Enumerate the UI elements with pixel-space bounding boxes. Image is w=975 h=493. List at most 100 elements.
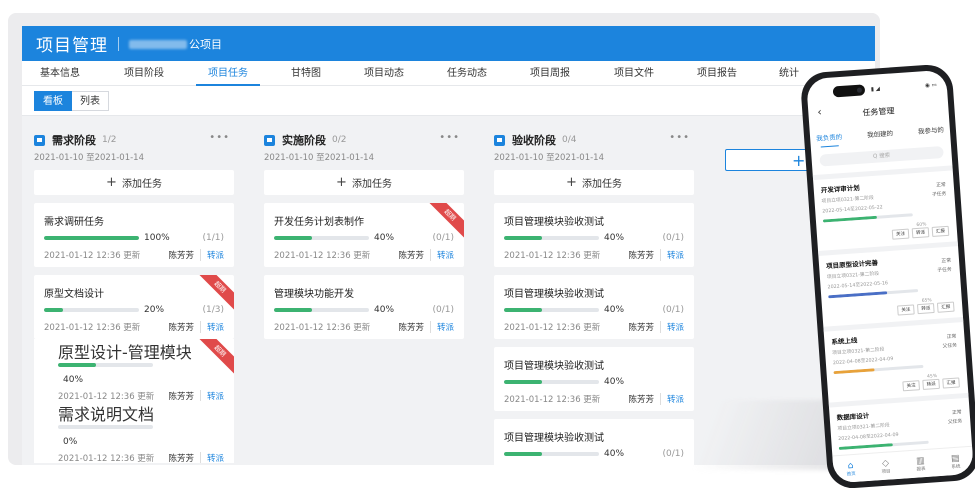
add-task-button[interactable]: + 添加任务 bbox=[494, 170, 694, 195]
updated-time: 2021-01-12 12:36 更新 bbox=[58, 392, 155, 401]
subtask-card[interactable]: 需求说明文档 0% 2021-01-12 12:36 更新 陈芳芳 转派 bbox=[34, 401, 234, 463]
view-kanban-button[interactable]: 看板 bbox=[34, 90, 72, 111]
reassign-link[interactable]: 转派 bbox=[199, 249, 224, 261]
phone-action-button[interactable]: 转派 bbox=[922, 378, 940, 390]
task-card[interactable]: 项目管理模块验收测试 40% (0/1) 2021-01-12 12:36 更新 陈芳芳… bbox=[494, 203, 694, 267]
reassign-link[interactable]: 转派 bbox=[659, 321, 684, 333]
phone-task-role: 子任务 bbox=[937, 267, 952, 274]
reassign-link[interactable]: 转派 bbox=[199, 452, 224, 463]
phone-action-button[interactable]: 转派 bbox=[916, 302, 935, 315]
column-header: 需求阶段 1/2 bbox=[22, 132, 234, 148]
tab-3[interactable]: 甘特图 bbox=[286, 61, 326, 86]
reassign-link[interactable]: 转派 bbox=[429, 321, 454, 333]
phone-tab-joined[interactable]: 我参与的 bbox=[918, 124, 944, 136]
progress-fill bbox=[504, 308, 542, 312]
view-switcher: 看板 列表 bbox=[22, 86, 875, 116]
app-title: 项目管理 bbox=[36, 36, 108, 56]
tab-1[interactable]: 项目阶段 bbox=[118, 61, 170, 86]
updated-time: 2021-01-12 12:36 更新 bbox=[274, 323, 371, 333]
phone-nav-2[interactable]: ▥ 报表 bbox=[916, 456, 926, 473]
tab-2[interactable]: 项目任务 bbox=[196, 61, 260, 86]
task-card[interactable]: 管理模块功能开发 40% (0/1) 2021-01-12 12:36 更新 陈芳芳 转派 bbox=[264, 275, 464, 339]
more-icon[interactable]: ••• bbox=[439, 132, 460, 143]
reassign-link[interactable]: 转派 bbox=[659, 393, 684, 405]
column-title: 验收阶段 bbox=[512, 134, 556, 147]
phone-nav-1[interactable]: ◇ 项目 bbox=[881, 458, 890, 475]
task-card[interactable]: 需求调研任务 100% (1/1) 2021-01-12 12:36 更新 陈芳芳 转派 bbox=[34, 203, 234, 267]
phone-action-button[interactable]: 转派 bbox=[911, 227, 930, 239]
flag-icon bbox=[264, 134, 275, 146]
progress-fill bbox=[58, 363, 96, 367]
board-column: 验收阶段 0/4 ••• 2021-01-10 至2021-01-14 + 添加任务 项目管… bbox=[482, 122, 694, 465]
reassign-link[interactable]: 转派 bbox=[199, 390, 224, 401]
tab-6[interactable]: 项目周报 bbox=[524, 61, 576, 86]
add-task-button[interactable]: + 添加任务 bbox=[34, 170, 234, 195]
phone-action-button[interactable]: 关注 bbox=[891, 228, 910, 240]
task-progress: 40% bbox=[34, 363, 234, 386]
task-meta: 2021-01-12 12:36 更新 陈芳芳 转派 bbox=[494, 319, 694, 335]
subtask-ratio: (0/1) bbox=[432, 305, 454, 315]
phone-tab-mine[interactable]: 我负责的 bbox=[816, 131, 842, 143]
add-task-button[interactable]: + 添加任务 bbox=[264, 170, 464, 195]
task-card[interactable]: 项目管理模块验收测试 40% (0/1) 2021-01-12 12:36 更新 陈芳芳… bbox=[494, 275, 694, 339]
task-card[interactable]: 项目管理模块验收测试 40% 2021-01-12 12:36 更新 陈芳芳 转派 bbox=[494, 347, 694, 411]
task-owner: 陈芳芳 bbox=[398, 323, 424, 333]
phone-action-button[interactable]: 关注 bbox=[897, 304, 915, 316]
phone-search-input[interactable]: Q 搜索 bbox=[819, 145, 944, 167]
updated-time: 2021-01-12 12:36 更新 bbox=[44, 323, 141, 333]
task-owner: 陈芳芳 bbox=[628, 395, 654, 405]
phone-task-card[interactable]: 项目原型设计完善 正常 子任务 项目立项0321-第二阶段 2022-05-14至202… bbox=[818, 241, 964, 327]
progress-fill bbox=[274, 308, 312, 312]
subtask-card[interactable]: 原型设计-管理模块 40% 2021-01-12 12:36 更新 陈芳芳 转派 超期 bbox=[34, 339, 234, 401]
tab-8[interactable]: 项目报告 bbox=[691, 61, 743, 86]
task-title: 项目管理模块验收测试 bbox=[504, 361, 604, 372]
task-title: 需求调研任务 bbox=[44, 217, 104, 228]
tab-0[interactable]: 基本信息 bbox=[34, 61, 86, 86]
task-card[interactable]: 原型文档设计 20% (1/3) 2021-01-12 12:36 更新 陈芳芳 转派 超期 bbox=[34, 275, 234, 339]
phone-tab-created[interactable]: 我创建的 bbox=[867, 127, 893, 139]
more-icon[interactable]: ••• bbox=[669, 132, 690, 143]
phone-action-button[interactable]: 关注 bbox=[902, 380, 921, 392]
phone-task-actions: 关注 转派 汇报 bbox=[897, 301, 955, 316]
phone-task-actions: 关注 转派 汇报 bbox=[902, 377, 960, 392]
subtask-ratio: (1/1) bbox=[202, 233, 224, 243]
tab-5[interactable]: 任务动态 bbox=[441, 61, 493, 86]
redacted-text bbox=[129, 40, 187, 49]
phone-action-button[interactable]: 汇报 bbox=[936, 301, 955, 313]
phone-task-card[interactable]: 开发详审计划 正常 子任务 项目立项0321-第二阶段 2022-05-14至2022-… bbox=[812, 165, 958, 251]
project-name[interactable]: 公项目 bbox=[129, 36, 222, 52]
task-progress: 40% (0/1) bbox=[494, 303, 694, 317]
tab-7[interactable]: 项目文件 bbox=[608, 61, 660, 86]
phone-progress-fill bbox=[833, 368, 875, 375]
tab-4[interactable]: 项目动态 bbox=[358, 61, 410, 86]
subtask-ratio: (0/1) bbox=[662, 233, 684, 243]
column-count: 1/2 bbox=[102, 135, 117, 145]
phone-nav-0[interactable]: ⌂ 首页 bbox=[846, 460, 856, 477]
phone-action-button[interactable]: 汇报 bbox=[942, 377, 960, 389]
updated-time: 2021-01-12 12:36 更新 bbox=[504, 395, 601, 405]
battery-icon: ◉ ▭ bbox=[924, 82, 937, 90]
tab-9[interactable]: 统计 bbox=[774, 61, 804, 86]
reassign-link[interactable]: 转派 bbox=[199, 321, 224, 333]
phone-nav-label: 首页 bbox=[846, 471, 856, 477]
phone-task-card[interactable]: 系统上线 正常 父任务 项目立项0321-第二阶段 2022-04-08至2022-04… bbox=[823, 317, 969, 403]
column-count: 0/4 bbox=[562, 135, 577, 145]
progress-fill bbox=[504, 380, 542, 384]
reassign-link[interactable]: 转派 bbox=[429, 249, 454, 261]
phone-screen: ▮ ◢ ◉ ▭ ‹ 任务管理 我负责的 我创建的 我参与的 Q 搜索 开发详审计… bbox=[806, 69, 974, 484]
task-owner: 陈芳芳 bbox=[168, 454, 194, 463]
phone-progress-fill bbox=[822, 215, 877, 223]
view-list-button[interactable]: 列表 bbox=[72, 90, 109, 111]
task-progress: 40% (0/1) bbox=[494, 231, 694, 245]
task-card[interactable]: 开发任务计划表制作 40% (0/1) 2021-01-12 12:36 更新 陈芳芳转… bbox=[264, 203, 464, 267]
tab-bar: 基本信息 项目阶段 项目任务 甘特图 项目动态 任务动态 项目周报 项目文件 项目报告 统计 bbox=[22, 61, 875, 86]
phone-device: ▮ ◢ ◉ ▭ ‹ 任务管理 我负责的 我创建的 我参与的 Q 搜索 开发详审计… bbox=[799, 63, 975, 490]
phone-nav-3[interactable]: ▤ 系统 bbox=[951, 453, 961, 470]
more-icon[interactable]: ••• bbox=[209, 132, 230, 143]
task-title: 项目管理模块验收测试 bbox=[504, 433, 604, 444]
task-card[interactable]: 项目管理模块验收测试 40% (0/1) bbox=[494, 419, 694, 465]
reassign-link[interactable]: 转派 bbox=[659, 249, 684, 261]
phone-task-list: 开发详审计划 正常 子任务 项目立项0321-第二阶段 2022-05-14至2022-… bbox=[812, 165, 974, 479]
subtask-ratio: (0/1) bbox=[662, 449, 684, 459]
phone-action-button[interactable]: 汇报 bbox=[931, 225, 950, 237]
